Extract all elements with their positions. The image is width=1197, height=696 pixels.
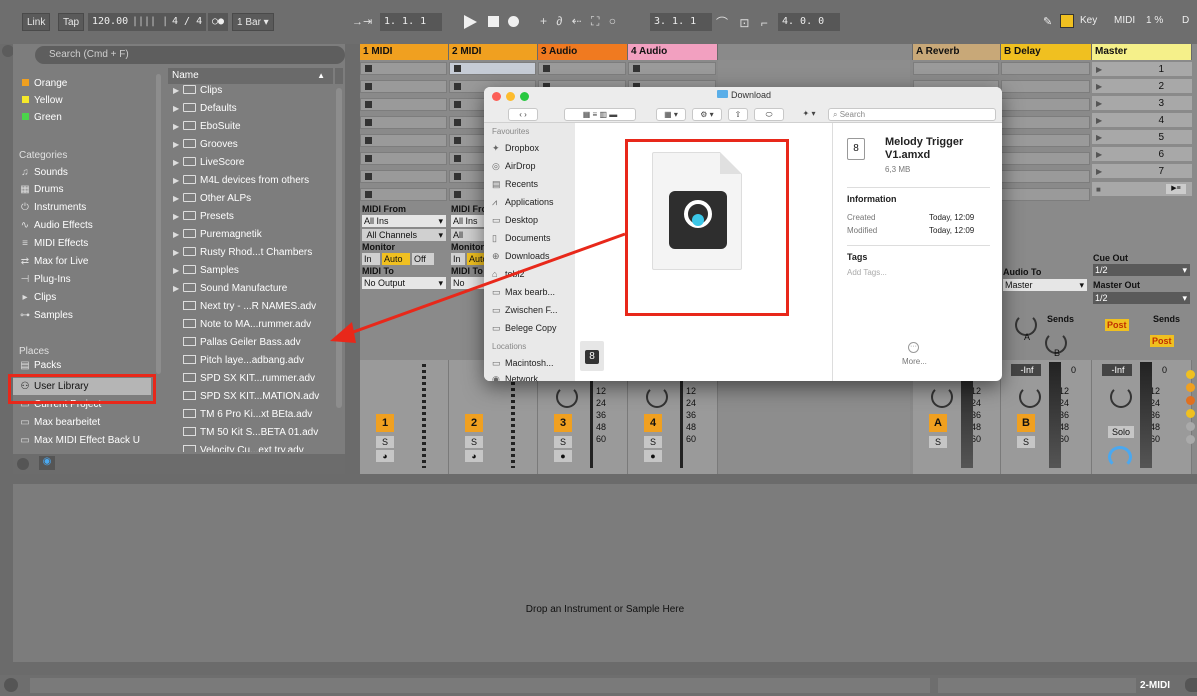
drag-arrow (330, 232, 626, 343)
